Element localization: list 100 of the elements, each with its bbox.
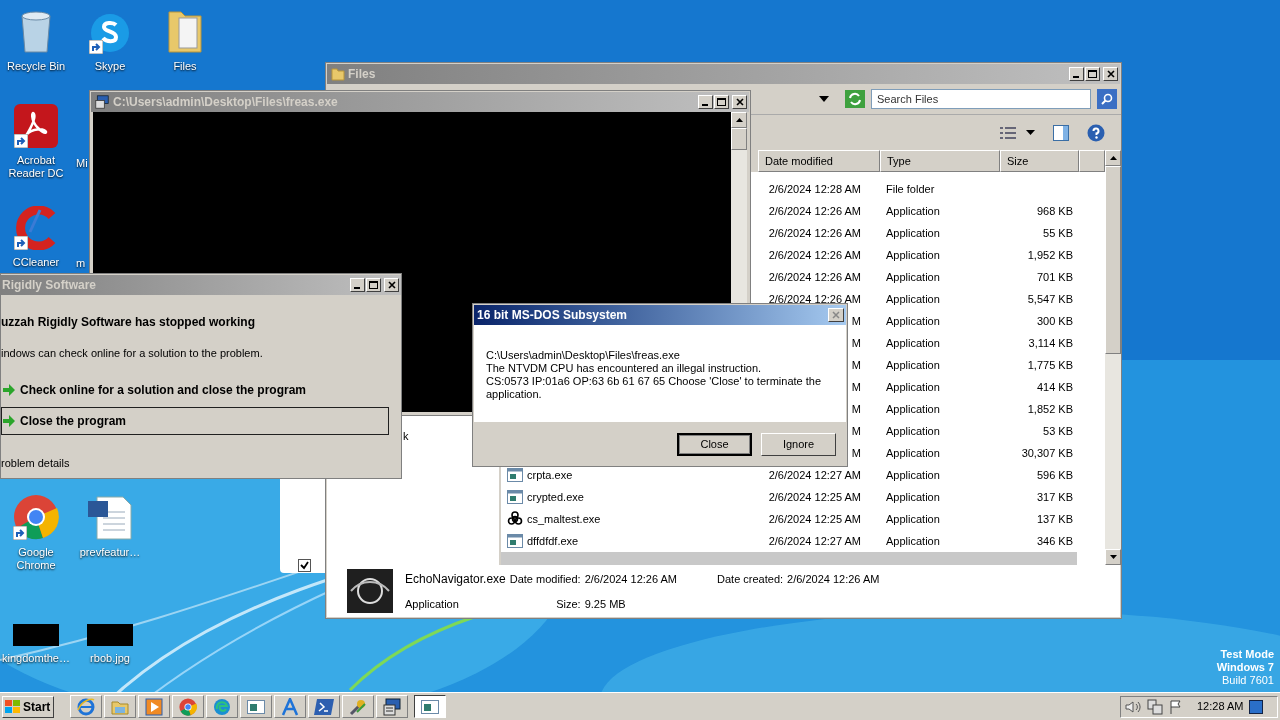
test-mode-text: Windows 7 — [1216, 661, 1274, 674]
nav-item[interactable]: k — [403, 428, 409, 445]
window-title: Files — [348, 66, 376, 83]
modified-label: Date modified: — [509, 571, 581, 587]
date-cell-text: 2/6/2024 12:26 AM — [768, 203, 861, 219]
dialog-option[interactable]: Check online for a solution and close the program — [1, 375, 389, 404]
search-button[interactable] — [1097, 89, 1117, 109]
scrollbar-thumb[interactable] — [731, 128, 747, 150]
scroll-up-icon[interactable] — [1109, 156, 1117, 160]
test-mode-text: Test Mode — [1220, 648, 1274, 661]
ccleaner-icon — [14, 206, 58, 250]
size-cell-text: 55 KB — [1043, 225, 1073, 241]
details-link[interactable]: roblem details — [1, 454, 70, 471]
icon-label[interactable]: Files — [149, 60, 221, 73]
file-name[interactable]: dffdfdf.exe — [527, 532, 579, 550]
minimize-button[interactable] — [698, 95, 713, 109]
maximize-button[interactable] — [366, 278, 381, 292]
icon-label[interactable]: Recycle Bin — [0, 60, 72, 73]
view-list-icon[interactable] — [1000, 125, 1016, 140]
scrollbar-thumb[interactable] — [1105, 166, 1121, 354]
type-cell: Application — [886, 314, 940, 327]
column-header[interactable]: Date modified — [758, 150, 880, 172]
start-button[interactable]: Start — [2, 695, 54, 718]
checkmark-icon — [299, 561, 309, 570]
flag-icon[interactable] — [1169, 699, 1183, 714]
dialog-option[interactable]: Close the program — [1, 406, 389, 435]
size-cell-text: 53 KB — [1043, 423, 1073, 439]
scrollbar[interactable] — [1105, 150, 1121, 565]
date-cell-text: M — [851, 313, 861, 329]
application-icon — [507, 534, 523, 548]
size-cell-text: 596 KB — [1036, 467, 1073, 483]
column-header[interactable]: Size — [1000, 150, 1079, 172]
edge-icon — [213, 697, 231, 716]
column-header[interactable] — [1079, 150, 1105, 172]
type-cell: Application — [886, 292, 940, 305]
dialog-button[interactable]: Close — [677, 432, 752, 456]
network-icon[interactable] — [1147, 698, 1163, 715]
date-cell-text: 2/6/2024 12:27 AM — [768, 533, 861, 549]
size-cell-text: 1,775 KB — [1027, 357, 1073, 373]
close-button[interactable] — [732, 95, 747, 109]
close-button[interactable] — [384, 278, 399, 292]
file-type: Application — [405, 596, 460, 612]
caret-icon[interactable] — [819, 96, 829, 102]
show-desktop-button[interactable] — [1249, 699, 1264, 714]
search-field[interactable]: Search Files — [871, 89, 1091, 109]
error-message-line: CS:0573 IP:01a6 OP:63 6b 61 67 65 Choose 'Close' to terminate the application. — [486, 375, 822, 401]
type-cell: Application — [886, 490, 940, 503]
file-name[interactable]: crypted.exe — [527, 488, 584, 506]
type-cell: Application — [886, 424, 940, 437]
window-icon — [247, 699, 265, 714]
size-cell-text: 5,547 KB — [1027, 291, 1073, 307]
icon-label[interactable]: Acrobat Reader DC — [0, 154, 72, 180]
column-header[interactable]: Type — [880, 150, 1000, 172]
dialog-message: indows can check online for a solution to the problem. — [1, 346, 263, 361]
minimize-button[interactable] — [350, 278, 365, 292]
windows-logo-icon — [5, 699, 21, 714]
preview-pane-icon[interactable] — [1053, 124, 1069, 141]
file-name[interactable]: crpta.exe — [527, 466, 573, 484]
date-cell-text: 2/6/2024 12:26 AM — [768, 269, 861, 285]
maximize-icon — [1088, 70, 1097, 78]
size-cell-text: 317 KB — [1036, 489, 1073, 505]
maximize-button[interactable] — [714, 95, 729, 109]
image-thumbnail — [13, 624, 59, 646]
icon-label[interactable]: CCleaner — [0, 256, 72, 269]
recycle-bin-icon — [18, 10, 54, 54]
type-cell: Application — [886, 336, 940, 349]
icon-label[interactable]: Skype — [74, 60, 146, 73]
modified-value: 2/6/2024 12:26 AM — [584, 571, 678, 587]
terminal-icon — [314, 698, 334, 715]
test-mode-text: Build 7601 — [1222, 674, 1274, 687]
close-button[interactable] — [1103, 67, 1118, 81]
type-cell: Application — [886, 226, 940, 239]
dialog-button[interactable]: Ignore — [761, 432, 836, 456]
speaker-icon[interactable] — [1125, 699, 1141, 714]
tools-icon — [349, 697, 367, 716]
caret-icon[interactable] — [1026, 130, 1035, 135]
file-name[interactable]: cs_maltest.exe — [527, 510, 601, 528]
date-cell-text: 2/6/2024 12:27 AM — [768, 467, 861, 483]
size-cell-text: 701 KB — [1036, 269, 1073, 285]
size-label: Size: — [556, 596, 581, 612]
type-cell: Application — [886, 402, 940, 415]
letter-a-icon — [281, 697, 299, 716]
size-cell-text: 1,952 KB — [1027, 247, 1073, 263]
browser-e-icon — [77, 697, 95, 716]
help-icon[interactable] — [1087, 123, 1105, 142]
checkbox[interactable] — [297, 559, 311, 572]
size-cell-text: 414 KB — [1036, 379, 1073, 395]
date-cell-text: M — [851, 357, 861, 373]
dos-program-icon — [383, 697, 401, 716]
maximize-button[interactable] — [1085, 67, 1100, 81]
refresh-icon[interactable] — [845, 90, 865, 108]
image-thumbnail — [87, 624, 133, 646]
clock[interactable]: 12:28 AM — [1197, 698, 1244, 715]
minimize-button[interactable] — [1069, 67, 1084, 81]
taskbar-button[interactable] — [414, 695, 446, 718]
size-cell-text: 137 KB — [1036, 511, 1073, 527]
dialog-heading: uzzah Rigidly Software has stopped working — [1, 314, 256, 331]
scroll-down-icon[interactable] — [1109, 555, 1117, 559]
close-button[interactable] — [828, 308, 844, 322]
scroll-up-icon[interactable] — [735, 118, 743, 122]
